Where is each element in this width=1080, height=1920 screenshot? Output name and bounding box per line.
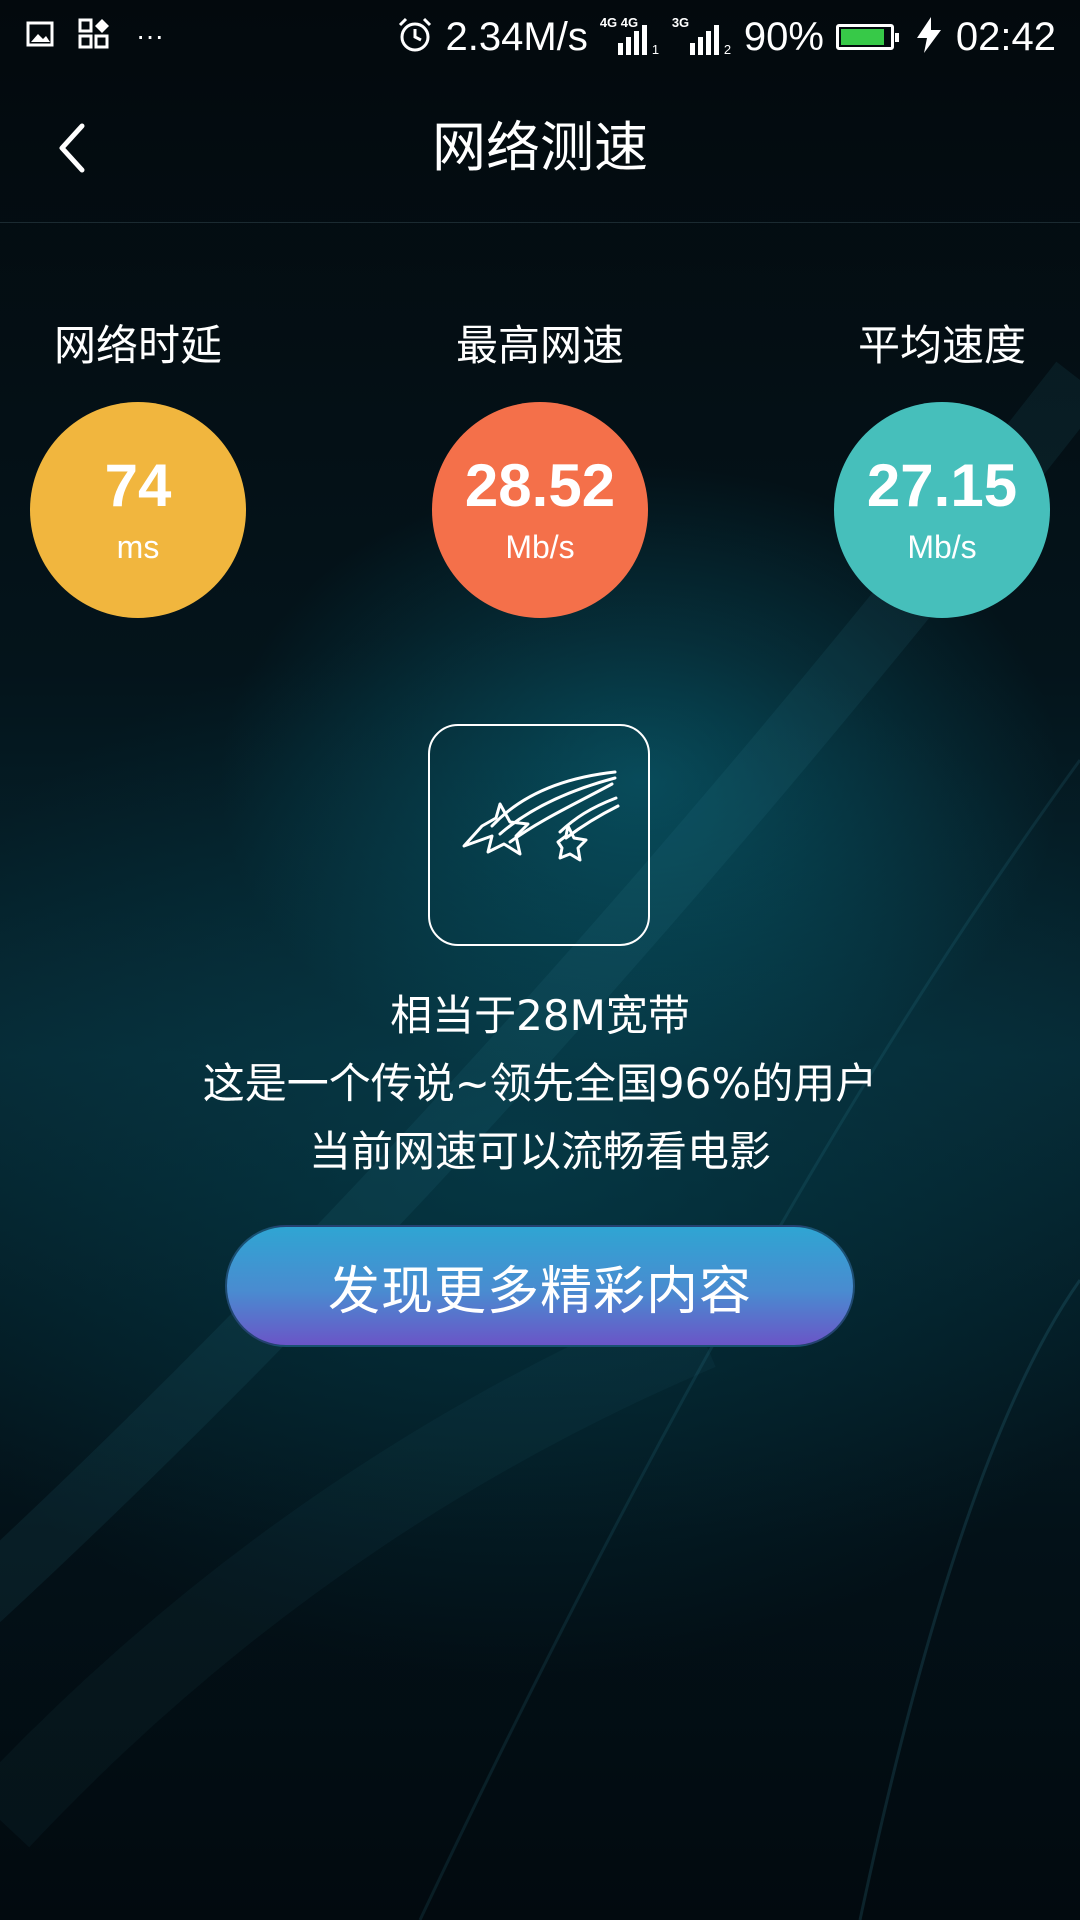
- stat-label: 平均速度: [857, 321, 1026, 370]
- shooting-stars-icon: [462, 770, 620, 862]
- sim2-slot: 2: [723, 42, 732, 57]
- result-summary: 相当于28M宽带 这是一个传说~领先全国96%的用户 当前网速可以流畅看电影: [0, 982, 1080, 1186]
- more-icon: ···: [136, 20, 164, 51]
- stat-circle: 27.15 Mb/s: [834, 402, 1050, 618]
- status-bar: ··· 2.34M/s 4G 4G 1 3G 2 90% 02:42: [0, 0, 1080, 74]
- discover-more-label: 发现更多精彩内容: [327, 1261, 752, 1322]
- stat-latency: 网络时延 74 ms: [28, 320, 248, 618]
- stat-label: 最高网速: [455, 321, 624, 370]
- battery-fill: [840, 29, 885, 45]
- stat-circle: 74 ms: [30, 402, 246, 618]
- bandwidth-equivalent: 相当于28M宽带: [390, 991, 690, 1040]
- status-bar-right: 2.34M/s 4G 4G 1 3G 2 90% 02:42: [396, 10, 1056, 64]
- signal-icon: 3G 2: [672, 15, 732, 59]
- stat-unit: Mb/s: [907, 529, 977, 565]
- stat-value: 27.15: [866, 452, 1018, 519]
- stat-value: 74: [104, 452, 172, 519]
- signal-icon: 4G 4G 1: [600, 15, 660, 59]
- sim2-signal-bars: [689, 25, 719, 55]
- sim1-signal-bars: [617, 25, 647, 55]
- speed-result-badge: [428, 724, 650, 946]
- clock: 02:42: [955, 14, 1056, 59]
- sim1-slot: 1: [651, 42, 660, 57]
- battery-icon: [835, 24, 899, 50]
- background-decoration: [0, 361, 1080, 1920]
- image-icon: [26, 21, 54, 51]
- stat-value: 28.52: [464, 452, 616, 519]
- stat-avg-speed: 平均速度 27.15 Mb/s: [832, 320, 1052, 618]
- status-bar-left: ···: [26, 16, 164, 56]
- speed-test-screen: ··· 2.34M/s 4G 4G 1 3G 2 90% 02:42 网络测速 …: [0, 0, 1080, 1920]
- stat-label: 网络时延: [53, 321, 222, 370]
- sim2-network-type: 3G: [671, 15, 690, 30]
- charging-icon: [914, 16, 944, 58]
- discover-more-button[interactable]: 发现更多精彩内容: [225, 1225, 855, 1347]
- stat-max-speed: 最高网速 28.52 Mb/s: [430, 320, 650, 618]
- widgets-icon: [78, 18, 112, 54]
- network-speed: 2.34M/s: [445, 14, 588, 59]
- stat-circle: 28.52 Mb/s: [432, 402, 648, 618]
- battery-percent: 90%: [743, 14, 824, 59]
- capability-text: 当前网速可以流畅看电影: [308, 1127, 771, 1176]
- page-title: 网络测速: [432, 116, 648, 179]
- app-header: 网络测速: [0, 74, 1080, 223]
- stat-unit: ms: [116, 529, 160, 565]
- stat-unit: Mb/s: [505, 529, 575, 565]
- ranking-text: 这是一个传说~领先全国96%的用户: [202, 1059, 878, 1108]
- alarm-icon: [396, 16, 434, 58]
